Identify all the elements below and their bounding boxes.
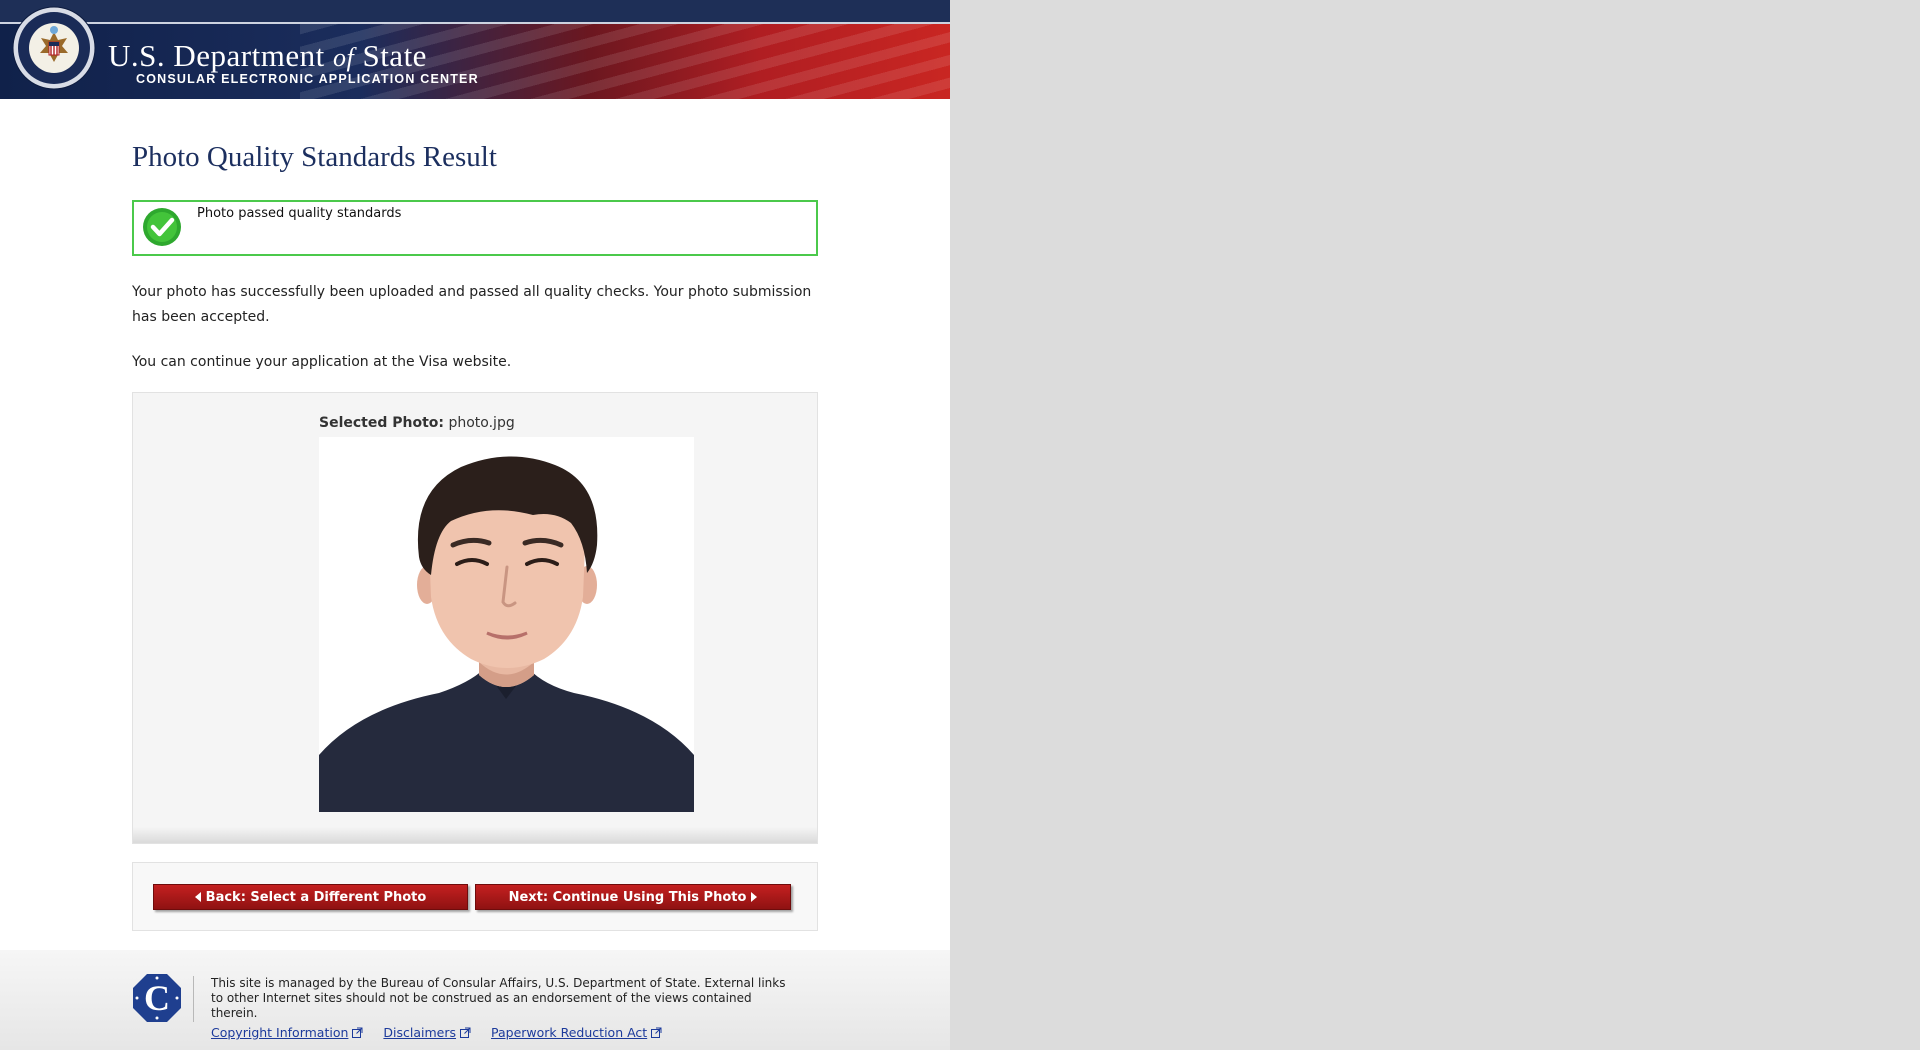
- back-button[interactable]: Back: Select a Different Photo: [153, 884, 468, 910]
- continue-paragraph: You can continue your application at the…: [132, 354, 512, 370]
- department-title: U.S. Department of State: [108, 38, 427, 74]
- copyright-link[interactable]: Copyright Information: [211, 1025, 363, 1040]
- consular-c-logo-icon: C: [133, 974, 181, 1022]
- disclaimers-link[interactable]: Disclaimers: [383, 1025, 471, 1040]
- footer-text: This site is managed by the Bureau of Co…: [211, 976, 786, 1020]
- arrow-right-icon: [751, 892, 758, 902]
- navigation-panel: Back: Select a Different Photo Next: Con…: [132, 862, 818, 931]
- footer-links: Copyright Information Disclaimers Paperw…: [211, 1025, 678, 1040]
- arrow-left-icon: [194, 892, 201, 902]
- applicant-photo: [319, 437, 694, 812]
- green-check-icon: [143, 208, 181, 246]
- status-message-box: Photo passed quality standards: [132, 200, 818, 256]
- status-text: Photo passed quality standards: [197, 206, 402, 221]
- page-title: Photo Quality Standards Result: [132, 141, 497, 173]
- selected-photo-label: Selected Photo: photo.jpg: [319, 415, 515, 431]
- external-link-icon: [651, 1027, 662, 1038]
- paperwork-link-label: Paperwork Reduction Act: [491, 1025, 648, 1040]
- title-main: U.S. Department: [108, 38, 325, 73]
- department-seal-icon[interactable]: [12, 6, 96, 90]
- back-button-label: Back: Select a Different Photo: [205, 889, 427, 905]
- page-container: U.S. Department of State CONSULAR ELECTR…: [0, 0, 950, 1050]
- success-paragraph: Your photo has successfully been uploade…: [132, 284, 812, 325]
- disclaimers-link-label: Disclaimers: [383, 1025, 457, 1040]
- selected-photo-caption: Selected Photo:: [319, 415, 445, 431]
- selected-photo-filename: photo.jpg: [448, 415, 515, 431]
- external-link-icon: [352, 1027, 363, 1038]
- next-button[interactable]: Next: Continue Using This Photo: [475, 884, 791, 910]
- copyright-link-label: Copyright Information: [211, 1025, 349, 1040]
- svg-text:C: C: [144, 978, 170, 1018]
- header-top-bar: [0, 0, 950, 24]
- department-subtitle: CONSULAR ELECTRONIC APPLICATION CENTER: [136, 72, 479, 86]
- title-state: State: [362, 38, 427, 73]
- external-link-icon: [460, 1027, 471, 1038]
- panel-shade: [133, 827, 817, 843]
- next-button-label: Next: Continue Using This Photo: [508, 889, 747, 905]
- footer-divider: [193, 976, 194, 1022]
- site-footer: C This site is managed by the Bureau of …: [0, 950, 950, 1050]
- title-of: of: [332, 43, 355, 72]
- paperwork-reduction-act-link[interactable]: Paperwork Reduction Act: [491, 1025, 662, 1040]
- selected-photo-panel: Selected Photo: photo.jpg: [132, 392, 818, 844]
- site-header: U.S. Department of State CONSULAR ELECTR…: [0, 0, 950, 99]
